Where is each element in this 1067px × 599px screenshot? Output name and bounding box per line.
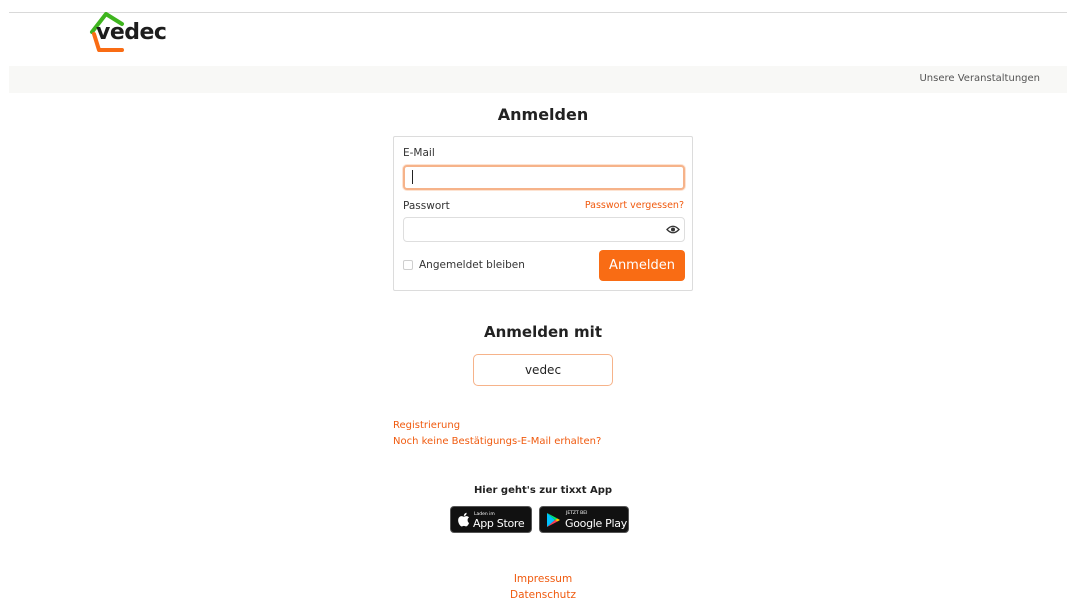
email-label: E-Mail: [403, 147, 435, 159]
register-link[interactable]: Registrierung: [393, 420, 460, 431]
googleplay-big-text: Google Play: [565, 517, 627, 530]
googleplay-small-text: JETZT BEI: [566, 511, 588, 516]
email-field[interactable]: [403, 165, 685, 190]
google-play-icon: [547, 513, 560, 527]
eye-icon[interactable]: [666, 224, 680, 235]
forgot-password-link[interactable]: Passwort vergessen?: [585, 200, 684, 211]
remember-me[interactable]: Angemeldet bleiben: [403, 259, 525, 271]
password-label: Passwort: [403, 200, 450, 212]
impressum-link[interactable]: Impressum: [0, 573, 1067, 585]
sso-title: Anmelden mit: [484, 323, 602, 341]
page-title: Anmelden: [497, 105, 589, 124]
app-heading: Hier geht's zur tixxt App: [473, 485, 613, 496]
login-form: E-Mail Passwort Passwort vergessen? Ange…: [393, 136, 693, 291]
text-caret: [412, 170, 413, 184]
remember-checkbox[interactable]: [403, 260, 413, 270]
google-play-badge[interactable]: JETZT BEI Google Play: [539, 506, 629, 533]
app-store-badge[interactable]: Laden im App Store: [450, 506, 532, 533]
top-navbar: Unsere Veranstaltungen: [9, 66, 1067, 93]
login-button[interactable]: Anmelden: [599, 250, 685, 281]
sso-vedec-button[interactable]: vedec: [473, 354, 613, 386]
datenschutz-link[interactable]: Datenschutz: [0, 589, 1067, 599]
nav-link-events[interactable]: Unsere Veranstaltungen: [919, 73, 1040, 84]
remember-label: Angemeldet bleiben: [419, 259, 525, 271]
appstore-big-text: App Store: [473, 517, 525, 530]
resend-confirmation-link[interactable]: Noch keine Bestätigungs-E-Mail erhalten?: [393, 436, 601, 447]
password-field[interactable]: [403, 217, 685, 242]
brand-name: vedec: [96, 20, 167, 45]
apple-icon: [458, 512, 470, 527]
